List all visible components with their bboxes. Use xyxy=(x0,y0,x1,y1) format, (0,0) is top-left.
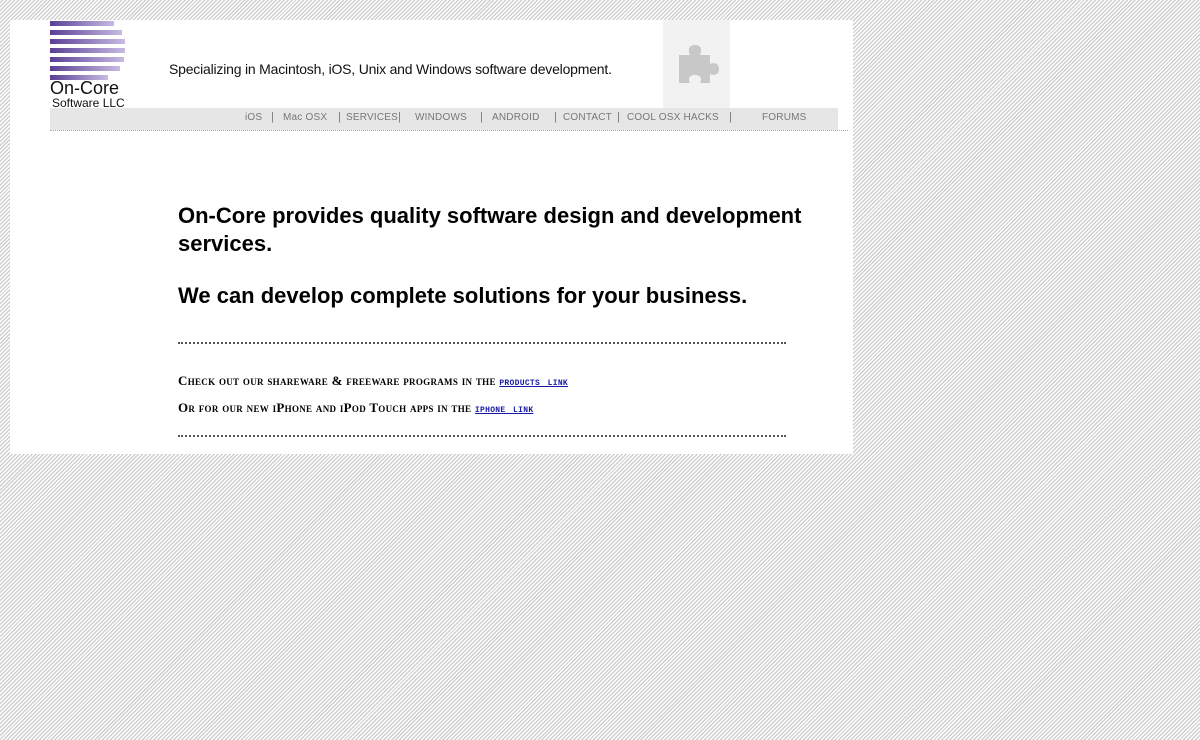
site-tagline: Specializing in Macintosh, iOS, Unix and… xyxy=(169,61,612,77)
iphone-line: Or for our new iPhone and iPod Touch app… xyxy=(178,400,533,416)
dotted-divider-top xyxy=(178,342,786,344)
nav-separator: | xyxy=(480,111,483,123)
logo-company-name: On-Core xyxy=(50,78,120,98)
iphone-link[interactable]: iphone link xyxy=(475,402,534,416)
company-logo[interactable]: On-Core Software LLC xyxy=(50,20,150,110)
nav-bottom-rule xyxy=(50,130,848,131)
nav-ios[interactable]: iOS xyxy=(245,112,262,123)
nav-contact[interactable]: CONTACT xyxy=(563,112,612,123)
nav-mac-osx[interactable]: Mac OSX xyxy=(283,112,327,123)
page-subheadline: We can develop complete solutions for yo… xyxy=(178,283,748,308)
page-headline: On-Core provides quality software design… xyxy=(178,203,802,256)
products-link[interactable]: products link xyxy=(499,375,568,389)
nav-separator: | xyxy=(338,111,341,123)
nav-separator: | xyxy=(554,111,557,123)
nav-cool-osx-hacks[interactable]: COOL OSX HACKS xyxy=(627,112,719,123)
logo-stripes-icon xyxy=(50,21,125,80)
plugin-placeholder[interactable] xyxy=(663,20,730,108)
nav-separator: | xyxy=(617,111,620,123)
page-container: On-Core Software LLC Specializing in Mac… xyxy=(10,20,853,454)
nav-separator: | xyxy=(398,111,401,123)
shareware-text: Check out our shareware & freeware progr… xyxy=(178,373,500,388)
iphone-text: Or for our new iPhone and iPod Touch app… xyxy=(178,400,475,415)
shareware-line: Check out our shareware & freeware progr… xyxy=(178,373,568,389)
nav-windows[interactable]: WINDOWS xyxy=(415,112,467,123)
puzzle-piece-icon xyxy=(679,45,719,83)
nav-separator: | xyxy=(271,111,274,123)
nav-forums[interactable]: FORUMS xyxy=(762,112,807,123)
nav-services[interactable]: SERVICES xyxy=(346,112,398,123)
nav-separator: | xyxy=(729,111,732,123)
nav-android[interactable]: ANDROID xyxy=(492,112,540,123)
dotted-divider-bottom xyxy=(178,435,786,437)
main-navigation: iOS | Mac OSX | SERVICES | WINDOWS | AND… xyxy=(50,108,838,130)
